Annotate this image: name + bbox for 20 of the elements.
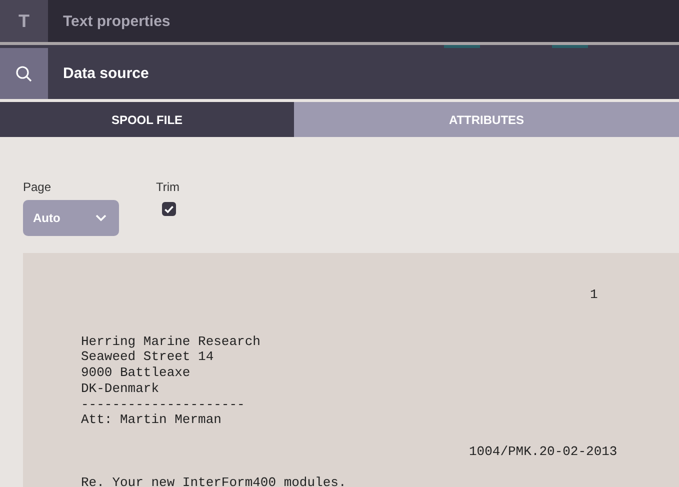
field-label: Trim xyxy=(156,180,180,194)
tab[interactable]: SPOOL FILE xyxy=(0,102,294,137)
address-line: 9000 Battleaxe xyxy=(81,365,190,381)
address-line: --------------------- xyxy=(81,396,245,412)
address-line: Att: Martin Merman xyxy=(81,412,222,428)
chevron-icon xyxy=(95,214,107,222)
body-line: Re. Your new InterForm400 modules. xyxy=(81,474,346,487)
page-number: 1 xyxy=(590,287,598,302)
reference-line: 1004/PMK.20-02-2013 xyxy=(469,444,618,459)
trim-checkbox[interactable] xyxy=(162,202,176,216)
address-line: DK-Denmark xyxy=(81,380,160,396)
address-line: Herring Marine Research xyxy=(81,334,260,350)
search-icon[interactable] xyxy=(15,64,33,82)
tab[interactable]: ATTRIBUTES xyxy=(294,102,679,137)
page-dropdown[interactable]: Auto xyxy=(23,200,119,236)
panel-title: Text properties xyxy=(63,12,170,30)
field-label: Page xyxy=(23,180,52,194)
address-line: Seaweed Street 14 xyxy=(81,349,214,366)
section-title: Data source xyxy=(63,65,149,82)
text-icon: T xyxy=(0,0,48,42)
